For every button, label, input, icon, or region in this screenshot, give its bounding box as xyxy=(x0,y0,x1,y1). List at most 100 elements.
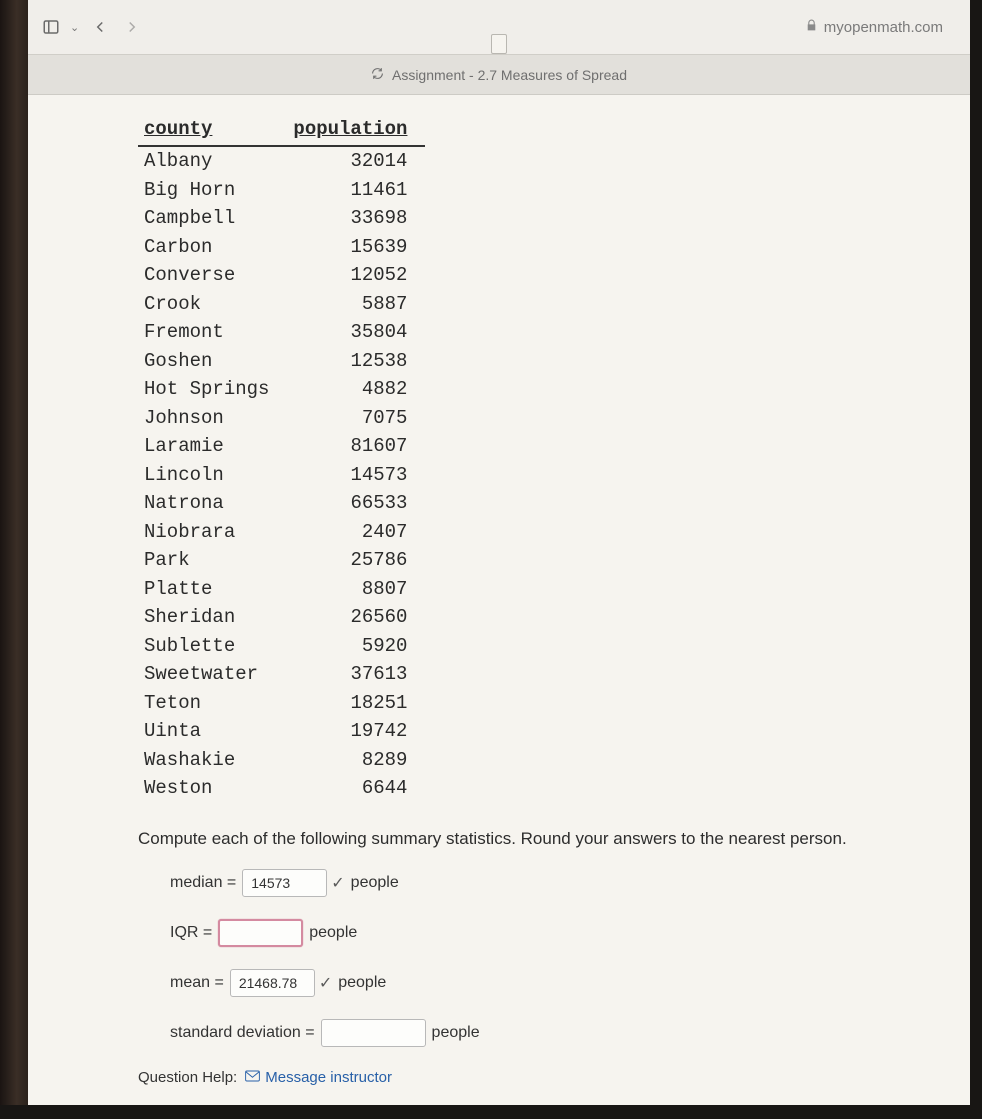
table-row: Johnson7075 xyxy=(138,404,425,433)
median-input[interactable] xyxy=(242,869,327,897)
cell-population: 11461 xyxy=(287,176,425,205)
col-header-county: county xyxy=(138,113,287,147)
mean-row: mean = ✓ people xyxy=(170,969,880,997)
mean-input[interactable] xyxy=(230,969,315,997)
table-row: Carbon15639 xyxy=(138,233,425,262)
table-row: Niobrara2407 xyxy=(138,518,425,547)
cell-population: 81607 xyxy=(287,432,425,461)
sidebar-toggle-icon[interactable] xyxy=(40,16,62,38)
table-row: Washakie8289 xyxy=(138,746,425,775)
table-row: Albany32014 xyxy=(138,146,425,176)
cell-population: 7075 xyxy=(287,404,425,433)
cell-population: 12052 xyxy=(287,261,425,290)
instructions-text: Compute each of the following summary st… xyxy=(138,829,880,849)
table-row: Lincoln14573 xyxy=(138,461,425,490)
cell-county: Platte xyxy=(138,575,287,604)
mean-unit: people xyxy=(338,974,386,992)
stddev-input[interactable] xyxy=(321,1019,426,1047)
check-icon: ✓ xyxy=(331,873,344,893)
cell-population: 18251 xyxy=(287,689,425,718)
cell-population: 26560 xyxy=(287,603,425,632)
cell-population: 33698 xyxy=(287,204,425,233)
cell-county: Sublette xyxy=(138,632,287,661)
check-icon: ✓ xyxy=(319,973,332,993)
message-instructor-link[interactable]: Message instructor xyxy=(245,1069,392,1086)
cell-population: 66533 xyxy=(287,489,425,518)
cell-county: Carbon xyxy=(138,233,287,262)
table-row: Sheridan26560 xyxy=(138,603,425,632)
cell-county: Teton xyxy=(138,689,287,718)
table-row: Hot Springs4882 xyxy=(138,375,425,404)
cell-population: 32014 xyxy=(287,146,425,176)
table-row: Teton18251 xyxy=(138,689,425,718)
forward-icon[interactable] xyxy=(121,16,143,38)
cell-population: 5920 xyxy=(287,632,425,661)
cell-county: Natrona xyxy=(138,489,287,518)
cell-county: Big Horn xyxy=(138,176,287,205)
lock-icon xyxy=(805,19,818,36)
envelope-icon xyxy=(245,1069,260,1086)
median-label: median = xyxy=(170,874,236,892)
table-row: Big Horn11461 xyxy=(138,176,425,205)
chevron-down-icon[interactable]: ⌄ xyxy=(70,21,79,34)
median-row: median = ✓ people xyxy=(170,869,880,897)
message-instructor-text: Message instructor xyxy=(265,1069,392,1086)
iqr-input[interactable] xyxy=(218,919,303,947)
cell-county: Goshen xyxy=(138,347,287,376)
cell-county: Campbell xyxy=(138,204,287,233)
table-row: Platte8807 xyxy=(138,575,425,604)
address-domain[interactable]: myopenmath.com xyxy=(824,19,943,36)
median-unit: people xyxy=(351,874,399,892)
cell-county: Sweetwater xyxy=(138,660,287,689)
cell-population: 2407 xyxy=(287,518,425,547)
mean-label: mean = xyxy=(170,974,224,992)
cell-county: Laramie xyxy=(138,432,287,461)
reload-icon[interactable] xyxy=(371,67,384,83)
table-row: Weston6644 xyxy=(138,774,425,803)
iqr-unit: people xyxy=(309,924,357,942)
iqr-row: IQR = people xyxy=(170,919,880,947)
cell-population: 6644 xyxy=(287,774,425,803)
cell-population: 5887 xyxy=(287,290,425,319)
cell-county: Johnson xyxy=(138,404,287,433)
table-row: Laramie81607 xyxy=(138,432,425,461)
tab-bar: Assignment - 2.7 Measures of Spread xyxy=(28,55,970,95)
question-help: Question Help: Message instructor xyxy=(138,1069,880,1086)
col-header-population: population xyxy=(287,113,425,147)
cell-population: 25786 xyxy=(287,546,425,575)
stddev-label: standard deviation = xyxy=(170,1024,315,1042)
cell-county: Fremont xyxy=(138,318,287,347)
table-row: Natrona66533 xyxy=(138,489,425,518)
page-icon xyxy=(491,34,507,54)
table-row: Fremont35804 xyxy=(138,318,425,347)
table-row: Sweetwater37613 xyxy=(138,660,425,689)
tab-title[interactable]: Assignment - 2.7 Measures of Spread xyxy=(392,67,627,83)
cell-county: Washakie xyxy=(138,746,287,775)
cell-county: Niobrara xyxy=(138,518,287,547)
cell-population: 12538 xyxy=(287,347,425,376)
table-row: Uinta19742 xyxy=(138,717,425,746)
cell-county: Sheridan xyxy=(138,603,287,632)
cell-county: Albany xyxy=(138,146,287,176)
cell-county: Weston xyxy=(138,774,287,803)
back-icon[interactable] xyxy=(89,16,111,38)
cell-county: Uinta xyxy=(138,717,287,746)
help-label: Question Help: xyxy=(138,1069,237,1086)
cell-population: 37613 xyxy=(287,660,425,689)
cell-county: Park xyxy=(138,546,287,575)
cell-county: Converse xyxy=(138,261,287,290)
cell-county: Crook xyxy=(138,290,287,319)
cell-population: 4882 xyxy=(287,375,425,404)
cell-county: Lincoln xyxy=(138,461,287,490)
table-row: Sublette5920 xyxy=(138,632,425,661)
cell-county: Hot Springs xyxy=(138,375,287,404)
iqr-label: IQR = xyxy=(170,924,212,942)
cell-population: 14573 xyxy=(287,461,425,490)
stddev-unit: people xyxy=(432,1024,480,1042)
page-content: county population Albany32014Big Horn114… xyxy=(28,95,970,1105)
table-row: Park25786 xyxy=(138,546,425,575)
cell-population: 35804 xyxy=(287,318,425,347)
cell-population: 8289 xyxy=(287,746,425,775)
table-row: Goshen12538 xyxy=(138,347,425,376)
table-row: Crook5887 xyxy=(138,290,425,319)
